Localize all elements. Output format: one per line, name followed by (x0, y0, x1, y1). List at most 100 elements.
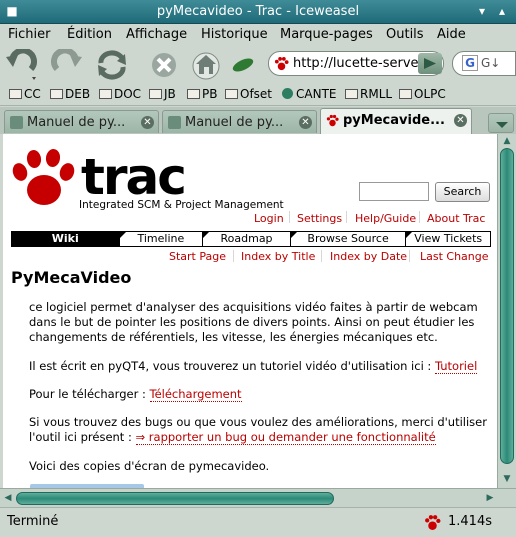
screenshots-paragraph: Voici des copies d'écran de pymecavideo. (29, 459, 270, 473)
vertical-scroll-thumb[interactable] (500, 148, 514, 464)
ctxtnav-separator (233, 250, 234, 262)
status-text: Terminé (7, 514, 59, 529)
close-tab-icon[interactable]: ✕ (299, 116, 312, 129)
trac-paw-logo-icon (12, 149, 75, 205)
stop-icon (152, 53, 176, 77)
menu-edition[interactable]: Édition (67, 27, 112, 42)
vertical-scrollbar[interactable]: ▲ ▼ (497, 134, 516, 488)
scroll-up-icon[interactable]: ▲ (500, 134, 514, 148)
stop-button[interactable] (148, 49, 182, 81)
main-navigation: Wiki Timeline Roadmap Browse Source View… (11, 231, 491, 247)
folder-icon (187, 89, 200, 99)
bookmark-cc[interactable]: CC (9, 87, 41, 101)
close-tab-icon[interactable]: ✕ (141, 116, 154, 129)
back-arrow-icon (6, 47, 37, 80)
folder-icon (399, 89, 412, 99)
menu-affichage[interactable]: Affichage (126, 27, 187, 42)
bookmark-rmll[interactable]: RMLL (345, 87, 392, 101)
bugs-paragraph: Si vous trouvez des bugs ou que vous vou… (29, 415, 487, 445)
home-button[interactable] (190, 49, 224, 81)
search-engine-box[interactable]: G G↓ (452, 51, 516, 76)
globe-icon (282, 88, 293, 99)
tab-pymecavideo[interactable]: pyMecavide... ✕ (320, 108, 472, 134)
page-icon (10, 116, 23, 129)
scroll-down-icon[interactable]: ▼ (500, 472, 514, 486)
tab-manuel-2[interactable]: Manuel de py... ✕ (162, 110, 317, 133)
search-engine-input[interactable]: G↓ (481, 56, 500, 70)
url-input[interactable]: http://lucette-serve (293, 56, 419, 71)
tab-list-button[interactable] (488, 113, 514, 133)
horizontal-scrollbar[interactable]: ◀ ▶ (0, 488, 516, 507)
trac-tagline: Integrated SCM & Project Management (79, 199, 284, 211)
report-bug-link[interactable]: ⇒ rapporter un bug ou demander une fonct… (135, 430, 436, 445)
forward-arrow-icon (51, 47, 82, 72)
intro-paragraph: ce logiciel permet d'analyser des acquis… (29, 300, 478, 344)
minimize-icon[interactable]: ▾ (474, 3, 490, 19)
ctxtnav-index-by-date[interactable]: Index by Date (330, 250, 407, 263)
bookmarks-toolbar: CC DEB DOC JB PB Ofset CANTE RMLL OLPC (0, 84, 516, 106)
page-content: trac Integrated SCM & Project Management… (3, 134, 497, 488)
metanav-separator (419, 211, 420, 223)
menu-fichier[interactable]: Fichier (8, 27, 51, 42)
folder-icon (225, 89, 238, 99)
ctxtnav-start-page[interactable]: Start Page (169, 250, 226, 263)
nav-timeline[interactable]: Timeline (119, 232, 204, 246)
metanav-login[interactable]: Login (254, 212, 284, 225)
trac-paw-icon[interactable] (424, 514, 441, 531)
menu-outils[interactable]: Outils (386, 27, 424, 42)
browser-window: ■ pyMecavideo - Trac - Iceweasel ▾ ▴ Fic… (0, 0, 516, 537)
bookmark-pb[interactable]: PB (187, 87, 217, 101)
home-icon (192, 52, 220, 80)
scroll-left-icon[interactable]: ◀ (1, 491, 15, 505)
folder-icon (99, 89, 112, 99)
folder-icon (149, 89, 162, 99)
wiki-search-input[interactable] (359, 182, 429, 201)
nav-wiki[interactable]: Wiki (12, 232, 120, 246)
status-bar: Terminé 1.414s (0, 507, 516, 537)
metanav-about[interactable]: About Trac (427, 212, 485, 225)
nav-view-tickets[interactable]: View Tickets (406, 232, 490, 246)
folder-icon (9, 89, 22, 99)
chevron-down-icon (496, 122, 508, 128)
trac-wordmark: trac (81, 148, 187, 206)
telechargement-link[interactable]: Téléchargement (149, 387, 242, 402)
search-button[interactable]: Search (435, 182, 490, 202)
trac-paw-icon (274, 56, 289, 71)
menu-aide[interactable]: Aide (437, 27, 466, 42)
ctxtnav-index-by-title[interactable]: Index by Title (241, 250, 315, 263)
bookmark-deb[interactable]: DEB (50, 87, 90, 101)
tutoriel-link[interactable]: Tutoriel (434, 359, 478, 374)
trac-logo[interactable]: trac Integrated SCM & Project Management (11, 146, 284, 216)
title-bar[interactable]: ■ pyMecavideo - Trac - Iceweasel ▾ ▴ (0, 0, 516, 24)
forward-button[interactable] (50, 47, 84, 81)
bookmark-olpc[interactable]: OLPC (399, 87, 446, 101)
go-arrow-icon (424, 58, 436, 69)
go-button[interactable] (418, 53, 442, 74)
metanav-help[interactable]: Help/Guide (355, 212, 416, 225)
tab-manuel-1[interactable]: Manuel de py... ✕ (4, 110, 159, 133)
load-time: 1.414s (448, 514, 492, 529)
menu-historique[interactable]: Historique (201, 27, 268, 42)
menu-marque-pages[interactable]: Marque-pages (280, 27, 373, 42)
trac-paw-icon (326, 114, 339, 127)
tab-bar: Manuel de py... ✕ Manuel de py... ✕ pyMe… (0, 107, 516, 134)
bookmark-cante[interactable]: CANTE (282, 87, 336, 101)
scroll-right-icon[interactable]: ▶ (483, 491, 497, 505)
close-tab-icon[interactable]: ✕ (454, 114, 467, 127)
maximize-icon[interactable]: ▴ (494, 3, 510, 19)
nav-roadmap[interactable]: Roadmap (203, 232, 291, 246)
ctxtnav-last-change[interactable]: Last Change (420, 250, 489, 263)
nav-browse-source[interactable]: Browse Source (290, 232, 407, 246)
bookmark-ofset[interactable]: Ofset (225, 87, 272, 101)
bookmark-doc[interactable]: DOC (99, 87, 141, 101)
horizontal-scroll-thumb[interactable] (16, 492, 334, 505)
leaf-icon (226, 49, 260, 81)
download-paragraph: Pour le télécharger : Téléchargement (29, 387, 242, 402)
metanav-settings[interactable]: Settings (297, 212, 342, 225)
bookmark-jb[interactable]: JB (149, 87, 176, 101)
ctxtnav-separator (409, 250, 410, 262)
back-button[interactable] (4, 47, 38, 81)
page-heading: PyMecaVideo (11, 268, 132, 287)
tutorial-paragraph: Il est écrit en pyQT4, vous trouverez un… (29, 359, 478, 374)
reload-button[interactable] (95, 49, 129, 81)
